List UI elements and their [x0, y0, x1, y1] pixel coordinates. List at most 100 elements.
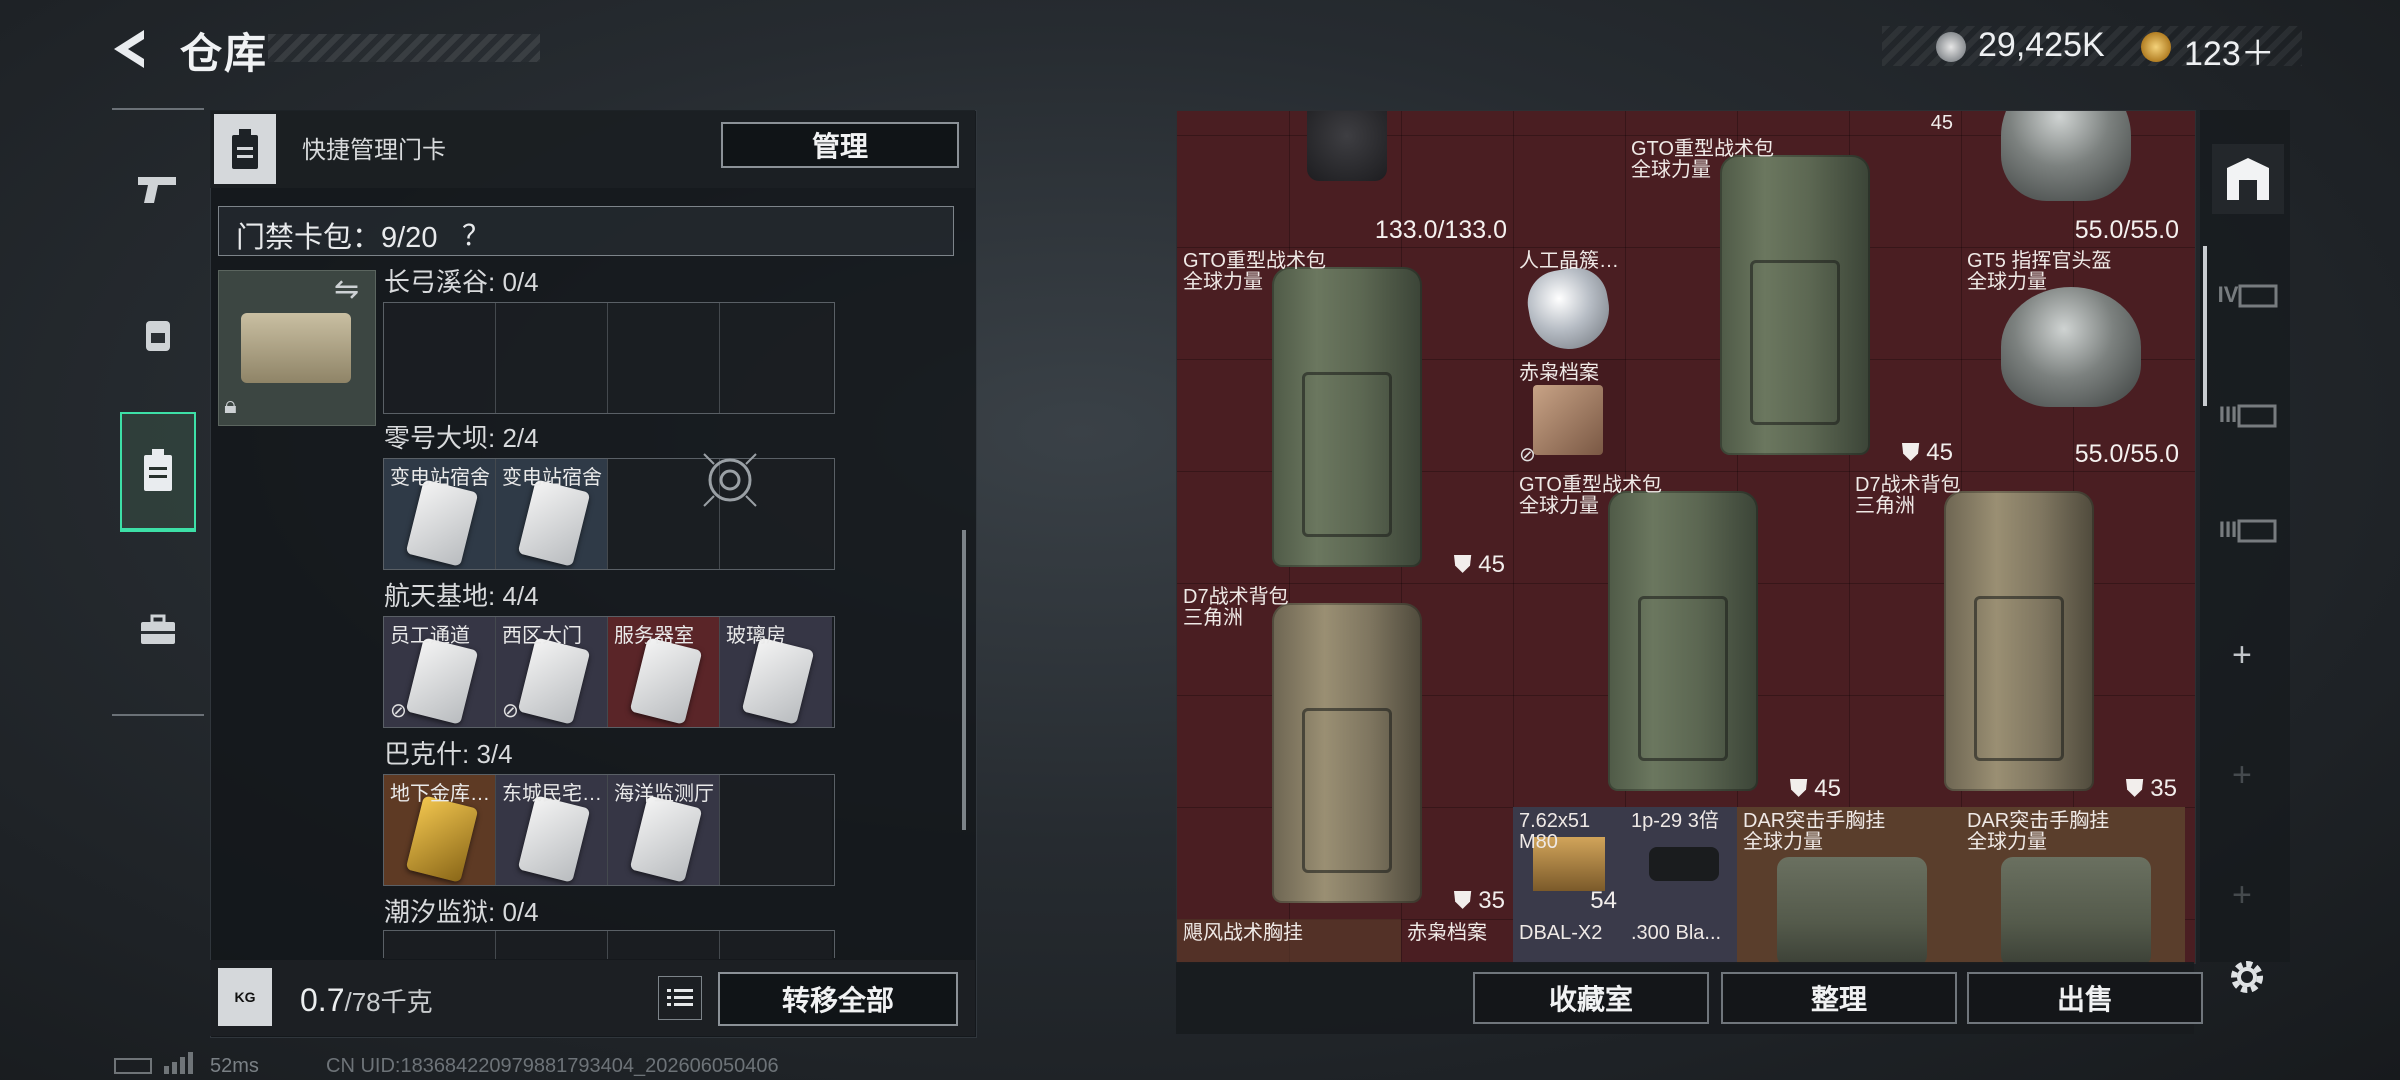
empty-slot[interactable] — [720, 303, 832, 413]
item-count: ⛊ 45 — [1453, 551, 1505, 578]
help-icon[interactable]: ？ — [462, 214, 490, 254]
stash-item[interactable]: 7.62x51 M80 54 — [1513, 807, 1625, 919]
panel-scrollbar[interactable] — [962, 530, 966, 830]
keycard-slot[interactable]: 服务器室 — [608, 617, 720, 727]
empty-slot[interactable] — [720, 775, 832, 885]
stash-item[interactable]: D7战术背包 三角洲 ⛊ 35 — [1177, 583, 1513, 919]
zone-title: 潮汐监狱: 0/4 — [384, 897, 539, 927]
stash-item[interactable]: GTO重型战术包 全球力量 ⛊ 45 — [1513, 471, 1849, 807]
stash-item[interactable]: GTO重型战术包 全球力量 ⛊ 45 — [1625, 135, 1961, 471]
stash-item[interactable]: D7战术背包 三角洲 ⛊ 35 — [1849, 471, 2185, 807]
weight-icon: KG — [218, 968, 272, 1026]
keycard-slot[interactable]: 地下金库… — [384, 775, 496, 885]
empty-slot[interactable] — [384, 303, 496, 413]
crystal-image — [1522, 262, 1616, 356]
empty-slot[interactable] — [384, 931, 496, 959]
tier-label: III — [2218, 517, 2238, 542]
zone-title: 零号大坝: 2/4 — [384, 423, 539, 453]
empty-slot[interactable] — [496, 303, 608, 413]
stash-tab-tier4[interactable]: IV — [2212, 260, 2284, 330]
item-count: ⛊ 35 — [1453, 887, 1505, 914]
empty-slot[interactable] — [608, 931, 720, 959]
empty-slot[interactable] — [720, 931, 832, 959]
stash-item[interactable]: 赤枭档案 ⊘ — [1513, 359, 1625, 471]
stash-item[interactable]: 133.0/133.0 — [1177, 111, 1513, 247]
manage-button[interactable]: 管理 — [721, 122, 959, 168]
category-keycards[interactable] — [120, 412, 196, 532]
swap-icon[interactable]: ⇋ — [334, 272, 359, 307]
stash-item[interactable]: 55.0/55.0 — [1961, 111, 2185, 247]
empty-slot[interactable] — [496, 931, 608, 959]
item-count-value: 35 — [2150, 775, 2177, 802]
stash-item[interactable]: GT5 指挥官头盔 全球力量 55.0/55.0 — [1961, 247, 2185, 471]
stash-tab-tier3[interactable]: III — [2212, 380, 2284, 450]
transfer-all-button[interactable]: 转移全部 — [718, 972, 958, 1026]
keycard-name: 地下金库… — [390, 783, 490, 805]
keycard-slot[interactable]: 海洋监测厅 — [608, 775, 720, 885]
keycard-image — [405, 479, 479, 567]
stash-item[interactable]: DAR突击手胸挂 全球力量 — [1961, 807, 2185, 963]
zone-slots: 地下金库… 东城民宅… 海洋监测厅 — [383, 774, 835, 886]
rail-scrollbar[interactable] — [2203, 246, 2207, 406]
item-name: GTO重型战术包 全球力量 — [1183, 250, 1326, 293]
keycard-slot[interactable]: 西区大门 ⊘ — [496, 617, 608, 727]
zone-slots: 员工通道 ⊘ 西区大门 ⊘ 服务器室 玻璃房 — [383, 616, 835, 728]
keycard-name: 西区大门 — [502, 625, 582, 647]
list-view-button[interactable] — [658, 976, 702, 1020]
stash-item[interactable]: .300 Bla... — [1625, 919, 1737, 963]
keycard-slot[interactable]: 东城民宅… — [496, 775, 608, 885]
collection-room-button[interactable]: 收藏室 — [1473, 972, 1709, 1024]
zone-title: 巴克什: 3/4 — [384, 739, 513, 769]
no-transfer-icon: ⊘ — [390, 700, 407, 722]
keycard-slot[interactable]: 变电站宿舍 — [384, 459, 496, 569]
item-name: GTO重型战术包 全球力量 — [1519, 474, 1662, 517]
stash-tab-main[interactable] — [2212, 144, 2284, 214]
add-tab-button[interactable]: + — [2232, 636, 2252, 675]
back-arrow-icon — [114, 30, 144, 68]
keycard-slot[interactable]: 玻璃房 — [720, 617, 832, 727]
backpack-image — [1272, 603, 1422, 903]
item-durability: 133.0/133.0 — [1374, 216, 1507, 244]
category-weapons[interactable] — [120, 130, 196, 250]
backpack-image — [1272, 267, 1422, 567]
category-tools[interactable] — [120, 570, 196, 690]
back-button[interactable] — [108, 26, 154, 72]
settings-button[interactable] — [2222, 952, 2272, 1002]
item-name: GTO重型战术包 全球力量 — [1631, 138, 1774, 181]
premium-currency-icon — [2141, 32, 2171, 62]
stash-item[interactable]: 飓风战术胸挂 — [1177, 919, 1401, 963]
item-count: ⛊ 35 — [2125, 775, 2177, 802]
item-count-value: 35 — [1478, 887, 1505, 914]
stash-item[interactable]: 1p-29 3倍 — [1625, 807, 1737, 919]
item-name: 赤枭档案 — [1407, 922, 1487, 944]
toolbox-icon — [141, 614, 175, 644]
lock-icon: 🔒︎ — [224, 392, 237, 419]
coin-balance[interactable]: 29,425K — [1978, 26, 2105, 65]
item-count: ⛊ 45 — [1789, 775, 1841, 802]
stash-item[interactable]: 赤枭档案 — [1401, 919, 1513, 963]
stash-item[interactable]: DBAL-X2 — [1513, 919, 1625, 963]
stash-item-fragment[interactable]: 45 — [1897, 111, 1961, 135]
keycard-image — [405, 795, 479, 883]
item-name: 人工晶簇… — [1519, 250, 1619, 272]
backpack-icon — [146, 321, 170, 351]
premium-balance[interactable]: 123＋ — [2184, 26, 2275, 75]
sell-button[interactable]: 出售 — [1967, 972, 2203, 1024]
empty-slot[interactable] — [608, 303, 720, 413]
item-name: DAR突击手胸挂 全球力量 — [1743, 810, 1886, 853]
keycard-slot[interactable]: 变电站宿舍 — [496, 459, 608, 569]
add-tab-button[interactable]: + — [2232, 756, 2252, 795]
add-tab-button[interactable]: + — [2232, 876, 2252, 915]
stash-tab-tier3[interactable]: III — [2212, 495, 2284, 565]
keycard-image — [517, 479, 591, 567]
keycard-slot[interactable]: 员工通道 ⊘ — [384, 617, 496, 727]
keycard-holder-icon — [214, 114, 276, 184]
item-name: .300 Bla... — [1631, 922, 1722, 944]
stash-item[interactable]: GTO重型战术包 全球力量 ⛊ 45 — [1177, 247, 1513, 583]
stash-item[interactable]: DAR突击手胸挂 全球力量 — [1737, 807, 1961, 963]
dossier-image — [1533, 385, 1603, 455]
category-gear[interactable] — [120, 275, 196, 395]
stash-item[interactable]: 人工晶簇… — [1513, 247, 1625, 359]
sort-button[interactable]: 整理 — [1721, 972, 1957, 1024]
zone-slots — [383, 302, 835, 414]
